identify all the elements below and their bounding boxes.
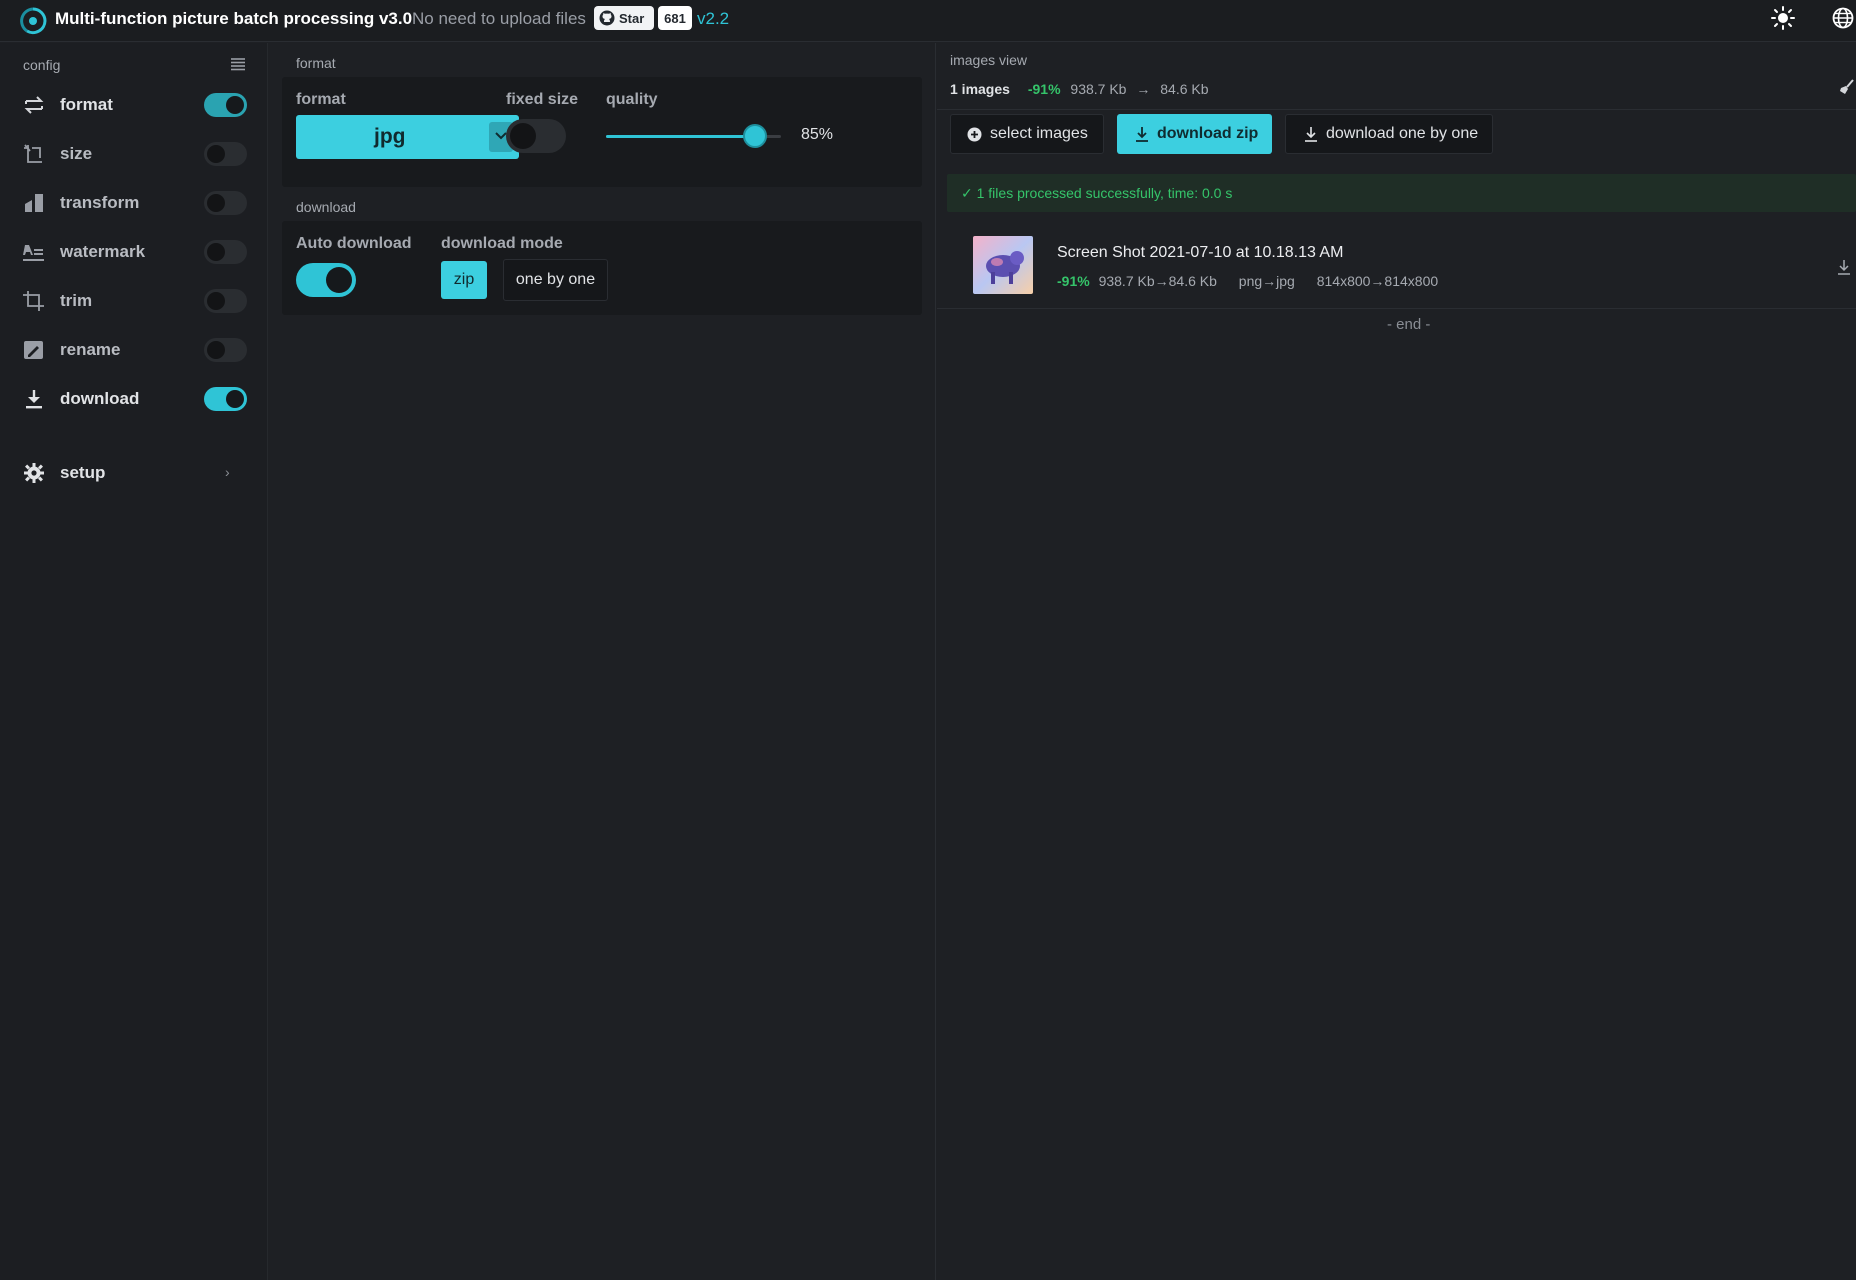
select-images-label: select images [990,125,1088,142]
download-one-by-one-button[interactable]: download one by one [1285,114,1493,154]
sidebar-item-transform[interactable]: transform [0,183,268,223]
file-download-icon[interactable] [1837,259,1851,275]
quality-label: quality [606,91,658,108]
sidebar-item-watermark[interactable]: watermark [0,232,268,272]
download-one-by-one-label: download one by one [1326,125,1479,142]
fixed-size-label: fixed size [506,91,579,108]
status-message: ✓ 1 files processed successfully, time: … [961,185,1233,201]
sidebar-item-label: transform [60,193,140,212]
watermark-toggle[interactable] [204,240,247,264]
file-dimensions: 814x800→814x800 [1316,273,1439,289]
select-images-button[interactable]: select images [950,114,1104,154]
download-zip-button[interactable]: download zip [1117,114,1272,154]
auto-download-toggle[interactable] [296,263,356,297]
mode-one-by-one-button[interactable]: one by one [503,259,608,301]
download-toggle[interactable] [204,387,247,411]
download-icon [1305,127,1317,142]
gear-icon [24,463,44,483]
clear-brush-icon[interactable] [1839,79,1855,95]
download-icon [26,390,42,409]
format-section-title: format [296,55,336,71]
watermark-icon [23,245,44,261]
app-logo-icon [20,7,47,35]
menu-icon[interactable] [230,57,246,71]
sidebar-item-download[interactable]: download [0,379,268,419]
rename-icon [24,341,43,359]
sidebar-item-trim[interactable]: trim [0,281,268,321]
format-section: format jpg fixed size quality 85% [282,77,922,187]
summary-new-size: 84.6 Kb [1160,81,1209,97]
rename-toggle[interactable] [204,338,247,362]
theme-sun-icon[interactable] [1770,5,1796,31]
summary-original-size: 938.7 Kb [1070,81,1127,97]
sidebar-item-rename[interactable]: rename [0,330,268,370]
file-meta: -91% 938.7 Kb→84.6 Kb png→jpg 814x800→81… [1057,273,1438,289]
app-title: Multi-function picture batch processing … [55,9,413,28]
file-percent: -91% [1057,273,1090,289]
sidebar-item-label: setup [60,463,106,482]
sidebar-heading: config [23,57,61,73]
crop-icon [23,291,44,311]
download-icon [1136,127,1148,142]
file-format: png→jpg [1238,273,1295,289]
download-section-title: download [296,199,356,215]
plus-circle-icon [967,127,982,141]
list-end-marker: - end - [1387,316,1431,333]
github-star-label: Star [619,10,645,26]
format-toggle[interactable] [204,93,247,117]
quality-value: 85% [801,126,834,143]
sidebar-item-label: size [60,144,93,163]
github-star-count[interactable]: 681 [658,6,692,30]
arrow-right-icon: → [1136,81,1151,97]
version-link[interactable]: v2.2 [697,9,729,29]
image-count: 1 images [950,81,1010,97]
file-list-item[interactable]: Screen Shot 2021-07-10 at 10.18.13 AM -9… [937,221,1856,309]
github-star-button[interactable]: Star [594,6,654,30]
sidebar-item-label: watermark [60,242,146,261]
app-subtitle: No need to upload files [412,9,586,28]
sidebar-item-format[interactable]: format [0,85,268,125]
github-icon [599,10,615,26]
status-bar: ✓ 1 files processed successfully, time: … [947,174,1856,212]
images-summary: 1 images -91% 938.7 Kb → 84.6 Kb [950,81,1209,97]
fixed-size-toggle[interactable] [506,119,566,153]
file-name: Screen Shot 2021-07-10 at 10.18.13 AM [1057,244,1344,261]
transform-icon [25,194,43,212]
format-label: format [296,91,346,108]
download-mode-label: download mode [441,235,563,252]
mode-zip-button[interactable]: zip [441,261,487,299]
config-panel: format format jpg fixed size quality 85%… [269,43,936,1280]
quality-slider-thumb[interactable] [742,124,767,148]
language-globe-icon[interactable] [1832,7,1854,29]
summary-percent: -91% [1027,81,1061,97]
auto-download-label: Auto download [296,235,412,252]
quality-slider[interactable] [606,124,781,148]
format-select[interactable]: jpg [296,115,519,159]
image-thumbnail [973,236,1033,294]
chevron-right-icon: › [225,464,230,480]
images-view-panel: images view 1 images -91% 938.7 Kb → 84.… [937,43,1856,1280]
size-toggle[interactable] [204,142,247,166]
top-bar: Multi-function picture batch processing … [0,0,1856,42]
download-section: Auto download download mode zip one by o… [282,221,922,315]
sidebar-item-label: trim [60,291,93,310]
sidebar-item-setup[interactable]: setup › [0,453,268,493]
divider [937,109,1856,110]
format-swap-icon [24,96,44,114]
images-view-title: images view [950,52,1028,68]
sidebar-item-label: rename [60,340,121,359]
config-sidebar: config format size transform watermark t… [0,43,268,1280]
transform-toggle[interactable] [204,191,247,215]
download-zip-label: download zip [1157,125,1259,142]
file-size: 938.7 Kb→84.6 Kb [1098,273,1217,289]
resize-icon [24,144,42,163]
trim-toggle[interactable] [204,289,247,313]
quality-slider-fill [606,135,755,138]
format-select-value: jpg [374,125,406,148]
sidebar-item-label: format [60,95,113,114]
sidebar-item-label: download [60,389,140,408]
sidebar-item-size[interactable]: size [0,134,268,174]
